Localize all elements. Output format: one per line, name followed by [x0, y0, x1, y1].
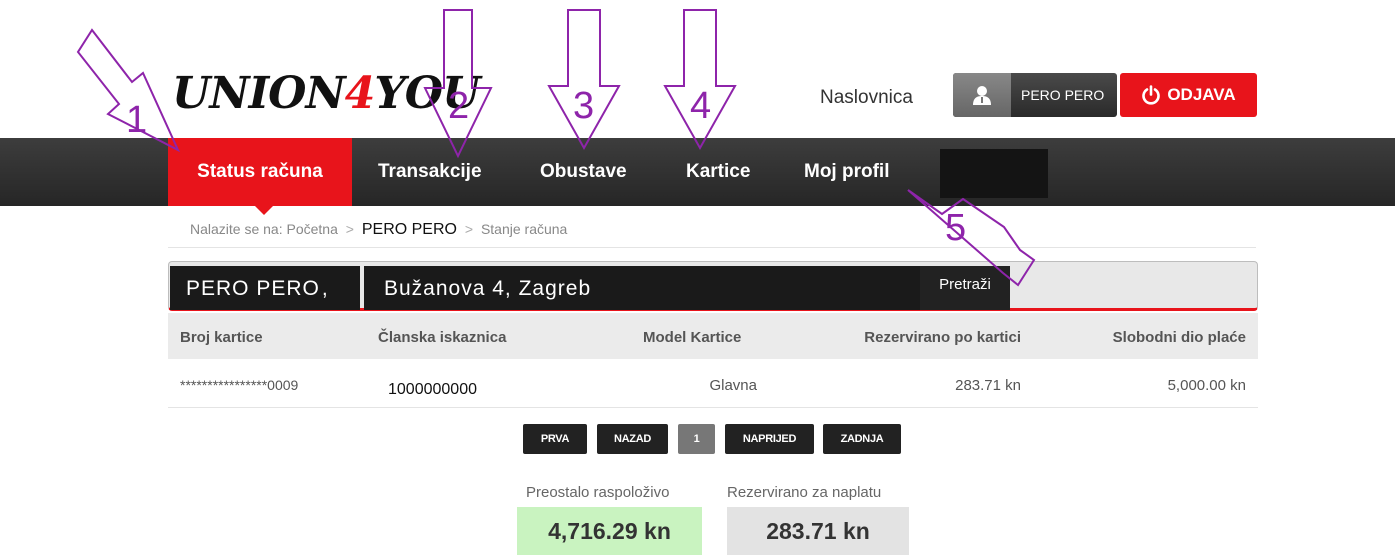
annotation-arrow-3 [547, 9, 621, 151]
redacted-nav-block [940, 149, 1048, 198]
annotation-label-5: 5 [945, 207, 966, 249]
header-reserved-by-card: Rezervirano po kartici [864, 329, 1021, 346]
search-user-name: PERO PERO, [170, 266, 360, 310]
header-member-id: Članska iskaznica [378, 329, 507, 346]
user-icon [953, 73, 1011, 117]
search-button[interactable]: Pretraži [920, 266, 1010, 310]
page-next-button[interactable]: NAPRIJED [725, 424, 814, 454]
breadcrumb-separator: > [464, 221, 474, 237]
breadcrumb-home[interactable]: Početna [287, 221, 338, 237]
cell-reserved-by-card: 283.71 kn [955, 377, 1021, 394]
main-navigation: Status računa Transakcije Obustave Karti… [0, 138, 1395, 206]
breadcrumb-prefix: Nalazite se na: [190, 221, 283, 237]
union4you-logo[interactable]: UNION4YOU [172, 68, 480, 119]
user-name-label: PERO PERO [1021, 87, 1105, 103]
row-divider [168, 407, 1258, 408]
breadcrumb: Nalazite se na: Početna > PERO PERO > St… [190, 221, 567, 239]
annotation-label-4: 4 [690, 85, 711, 127]
annotation-label-3: 3 [573, 85, 594, 127]
search-input[interactable]: Bužanova 4, Zagreb [364, 266, 920, 310]
breadcrumb-divider [168, 247, 1256, 248]
header-card-model: Model Kartice [643, 329, 742, 346]
available-balance-value: 4,716.29 kn [517, 507, 702, 555]
annotation-label-1: 1 [126, 99, 147, 141]
available-balance-label: Preostalo raspoloživo [526, 484, 670, 501]
annotation-arrow-1 [76, 28, 181, 153]
user-profile-button[interactable]: PERO PERO [953, 73, 1117, 117]
annotation-arrow-4 [663, 9, 737, 151]
cell-free-salary: 5,000.00 kn [1167, 377, 1246, 394]
page-last-button[interactable]: ZADNJA [823, 424, 901, 454]
page-first-button[interactable]: PRVA [523, 424, 587, 454]
nav-status-racuna[interactable]: Status računa [168, 138, 352, 206]
nav-kartice[interactable]: Kartice [674, 138, 762, 206]
reserved-balance-value: 283.71 kn [727, 507, 909, 555]
page-current-button[interactable]: 1 [678, 424, 715, 454]
breadcrumb-current: Stanje računa [480, 221, 568, 237]
breadcrumb-separator: > [345, 221, 354, 237]
breadcrumb-user[interactable]: PERO PERO [362, 221, 457, 238]
active-nav-indicator [255, 206, 273, 215]
cell-card-model: Glavna [709, 377, 757, 394]
home-link[interactable]: Naslovnica [820, 87, 913, 109]
page-prev-button[interactable]: NAZAD [597, 424, 668, 454]
nav-obustave[interactable]: Obustave [528, 138, 639, 206]
power-icon [1142, 85, 1161, 105]
logout-label: ODJAVA [1167, 85, 1236, 104]
nav-moj-profil[interactable]: Moj profil [792, 138, 901, 206]
header-card-number: Broj kartice [180, 329, 263, 346]
header-free-salary: Slobodni dio plaće [1112, 329, 1246, 346]
cell-member-id: 1000000000 [388, 381, 477, 398]
logout-button[interactable]: ODJAVA [1120, 73, 1257, 117]
nav-transakcije[interactable]: Transakcije [366, 138, 494, 206]
cell-card-number: ****************0009 [180, 377, 299, 393]
reserved-balance-label: Rezervirano za naplatu [727, 484, 882, 501]
